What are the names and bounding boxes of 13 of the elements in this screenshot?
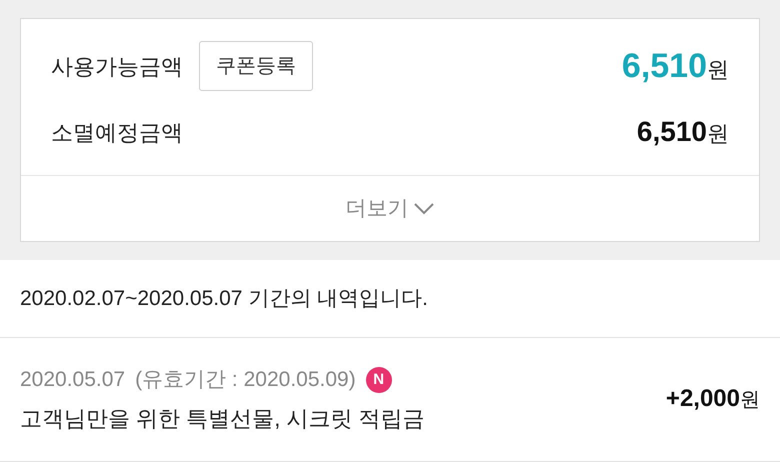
amount-label: 사용가능금액 xyxy=(51,52,183,80)
more-button[interactable]: 더보기 xyxy=(346,192,434,224)
history-amount: +2,000원 xyxy=(666,384,760,414)
history-date: 2020.05.07 xyxy=(20,367,126,393)
period-text: 2020.02.07~2020.05.07 기간의 내역입니다. xyxy=(20,286,428,312)
new-badge: N xyxy=(366,366,392,393)
amount-value: 6,510원 xyxy=(622,46,729,86)
amount-label: 소멸예정금액 xyxy=(51,118,183,146)
amount-value: 6,510원 xyxy=(636,115,729,149)
history-title: 고객님만을 위한 특별선물, 시크릿 적립금 xyxy=(20,404,425,432)
coupon-register-button[interactable]: 쿠폰등록 xyxy=(199,41,313,91)
validity-text: (유효기간 : 2020.05.09) xyxy=(135,367,356,393)
chevron-down-icon xyxy=(412,202,434,216)
